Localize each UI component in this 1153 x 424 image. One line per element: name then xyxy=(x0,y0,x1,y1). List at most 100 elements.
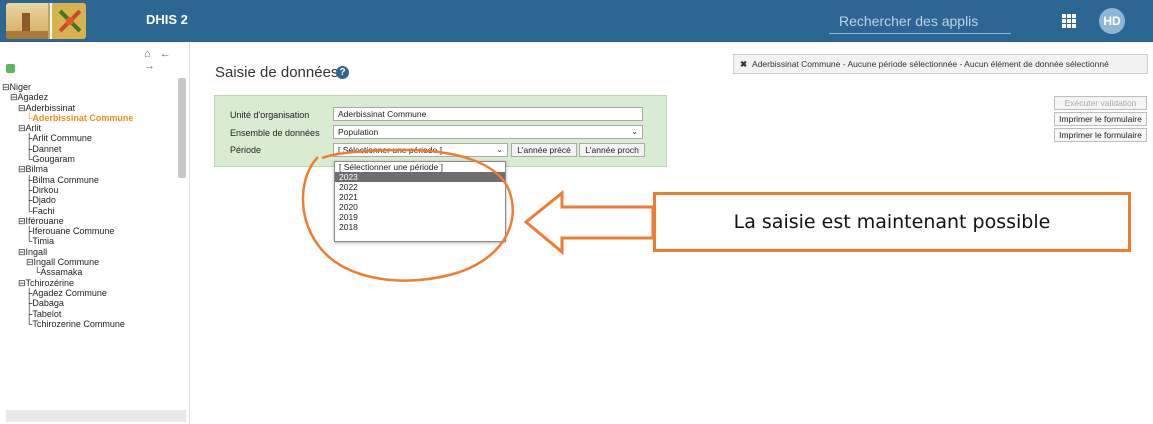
tree-item[interactable]: └Tchirozerine Commune xyxy=(2,319,178,329)
period-value: [ Sélectionner une période ] xyxy=(338,145,442,155)
tree-item[interactable]: ├Agadez Commune xyxy=(2,288,178,298)
tree-item-label: Ingall xyxy=(25,246,48,257)
tree-item[interactable]: ├Iferouane Commune xyxy=(2,226,178,236)
tree-status-icon[interactable] xyxy=(6,64,15,73)
tree-item[interactable]: └Fachi xyxy=(2,206,178,216)
tree-item[interactable]: ⊟Iférouane xyxy=(2,216,178,226)
apps-grid-icon[interactable] xyxy=(1062,14,1076,28)
period-option[interactable]: 2021 xyxy=(335,192,505,202)
collapse-icon[interactable]: ⊟ xyxy=(18,216,26,226)
tree-item[interactable]: └Assamaka xyxy=(2,267,178,277)
tree-item-label: Aderbissinat xyxy=(25,102,76,113)
tree-item-label: Arlit Commune xyxy=(32,133,92,144)
user-avatar[interactable]: HD xyxy=(1099,8,1125,34)
emblem-sun xyxy=(66,17,74,25)
period-dropdown-list[interactable]: [ Sélectionner une période ] 2023 2022 2021… xyxy=(334,161,506,242)
selection-status-text: Aderbissinat Commune - Aucune période sé… xyxy=(752,59,1109,69)
tree-item[interactable]: ├Dabaga xyxy=(2,298,178,308)
tree-item-label: Iférouane xyxy=(25,215,64,226)
tree-item-label: Bilma Commune xyxy=(32,174,99,185)
run-validation-button[interactable]: Exécuter validation xyxy=(1054,96,1147,110)
print-form-button[interactable]: Imprimer le formulaire xyxy=(1054,112,1147,126)
dataset-value: Population xyxy=(338,127,379,137)
tree-item[interactable]: └Timia xyxy=(2,236,178,246)
tree-item-label: Ingall Commune xyxy=(33,257,100,268)
tree-item-label: Dirkou xyxy=(32,184,59,195)
tree-item-label: Niger xyxy=(9,82,32,92)
tree-item-label: Timia xyxy=(32,236,55,247)
collapse-icon[interactable]: ⊟ xyxy=(18,103,26,113)
collapse-icon[interactable]: ⊟ xyxy=(18,123,26,133)
logo-emblem xyxy=(50,3,86,39)
period-option[interactable]: 2020 xyxy=(335,202,505,212)
period-option[interactable]: 2019 xyxy=(335,212,505,222)
app-search-input[interactable]: Rechercher des applis xyxy=(829,10,1011,34)
chevron-down-icon: ⌄ xyxy=(496,145,503,154)
app-title[interactable]: DHIS 2 xyxy=(146,12,188,27)
tree-nav-icons[interactable]: ⌂ ← → xyxy=(144,48,189,72)
org-unit-tree: ⊟Niger ⊟Agadez ⊟Aderbissinat └Aderbissinat … xyxy=(2,82,178,329)
annotation-callout: La saisie est maintenant possible xyxy=(653,192,1131,252)
selection-form: Unité d'organisation Aderbissinat Commun… xyxy=(214,95,667,167)
period-option[interactable]: 2022 xyxy=(335,182,505,192)
collapse-icon[interactable]: ⊟ xyxy=(18,164,26,174)
tree-item[interactable]: ├Djado xyxy=(2,195,178,205)
collapse-icon[interactable]: ⊟ xyxy=(10,92,18,102)
collapse-icon[interactable]: ⊟ xyxy=(26,257,34,267)
page-title: Saisie de données xyxy=(215,64,339,81)
next-year-button[interactable]: L'année proch xyxy=(579,143,645,157)
period-select[interactable]: [ Sélectionner une période ] ⌄ xyxy=(333,143,508,157)
tree-item-label: Iferouane Commune xyxy=(32,226,115,237)
collapse-icon[interactable]: ⊟ xyxy=(2,82,10,92)
tree-item[interactable]: └Gougaram xyxy=(2,154,178,164)
help-icon[interactable]: ? xyxy=(336,66,349,79)
collapse-icon[interactable]: ⊟ xyxy=(18,278,26,288)
collapse-icon[interactable]: ⊟ xyxy=(18,247,26,257)
tree-item-label: Gougaram xyxy=(32,154,75,165)
logo-ground xyxy=(6,31,48,39)
tree-item-label: Tchirozerine Commune xyxy=(32,318,125,329)
tree-item[interactable]: ⊟Ingall Commune xyxy=(2,257,178,267)
app-header: DHIS 2 Rechercher des applis HD xyxy=(0,0,1153,42)
org-unit-tree-panel: ⌂ ← → ⊟Niger ⊟Agadez ⊟Aderbissinat └Aderbis… xyxy=(0,42,190,424)
tree-item-label: Djado xyxy=(32,195,56,206)
niger-logo[interactable] xyxy=(6,3,86,39)
annotation-arrow xyxy=(523,189,655,256)
tree-item[interactable]: ⊟Bilma xyxy=(2,164,178,174)
tree-item[interactable]: ├Dannet xyxy=(2,144,178,154)
close-icon[interactable]: ✖ xyxy=(740,59,747,69)
org-unit-field[interactable]: Aderbissinat Commune xyxy=(333,107,643,121)
period-option[interactable]: [ Sélectionner une période ] xyxy=(335,162,505,172)
tree-horizontal-scrollbar[interactable] xyxy=(6,410,186,422)
tree-item[interactable]: ⊟Tchirozérine xyxy=(2,278,178,288)
tree-item[interactable]: ⊟Niger xyxy=(2,82,178,92)
tree-item-label: Dabaga xyxy=(32,298,64,309)
tree-item-label: Tchirozérine xyxy=(25,277,75,288)
selection-status-bar: ✖ Aderbissinat Commune - Aucune période … xyxy=(733,54,1148,74)
tree-item-label: Tabelot xyxy=(32,308,62,319)
period-option[interactable]: 2023 xyxy=(335,172,505,182)
tree-item[interactable]: ├Arlit Commune xyxy=(2,133,178,143)
tree-item[interactable]: └Aderbissinat Commune xyxy=(2,113,178,123)
tree-item-label: Fachi xyxy=(32,205,55,216)
tree-item-label: Arlit xyxy=(25,123,42,134)
tree-item[interactable]: ⊟Agadez xyxy=(2,92,178,102)
tree-item-label: Dannet xyxy=(32,143,62,154)
tree-item[interactable]: ⊟Arlit xyxy=(2,123,178,133)
previous-year-button[interactable]: L'année précé xyxy=(511,143,577,157)
tree-item-label: Agadez Commune xyxy=(32,287,107,298)
dataset-label: Ensemble de données xyxy=(230,128,320,138)
tree-item[interactable]: ├Dirkou xyxy=(2,185,178,195)
tree-item[interactable]: ⊟Ingall xyxy=(2,247,178,257)
tree-item[interactable]: ⊟Aderbissinat xyxy=(2,103,178,113)
tree-scrollbar[interactable] xyxy=(178,78,186,178)
tree-item[interactable]: ├Tabelot xyxy=(2,309,178,319)
tree-item-label: Assamaka xyxy=(40,267,83,278)
dataset-select[interactable]: Population ⌄ xyxy=(333,125,643,139)
period-option[interactable]: 2018 xyxy=(335,222,505,232)
tree-item-label: Aderbissinat Commune xyxy=(32,112,134,123)
tree-item-label: Agadez xyxy=(17,92,49,103)
print-blank-form-button[interactable]: Imprimer le formulaire xyxy=(1054,128,1147,142)
tree-item[interactable]: ├Bilma Commune xyxy=(2,175,178,185)
tree-item-label: Bilma xyxy=(25,164,49,175)
